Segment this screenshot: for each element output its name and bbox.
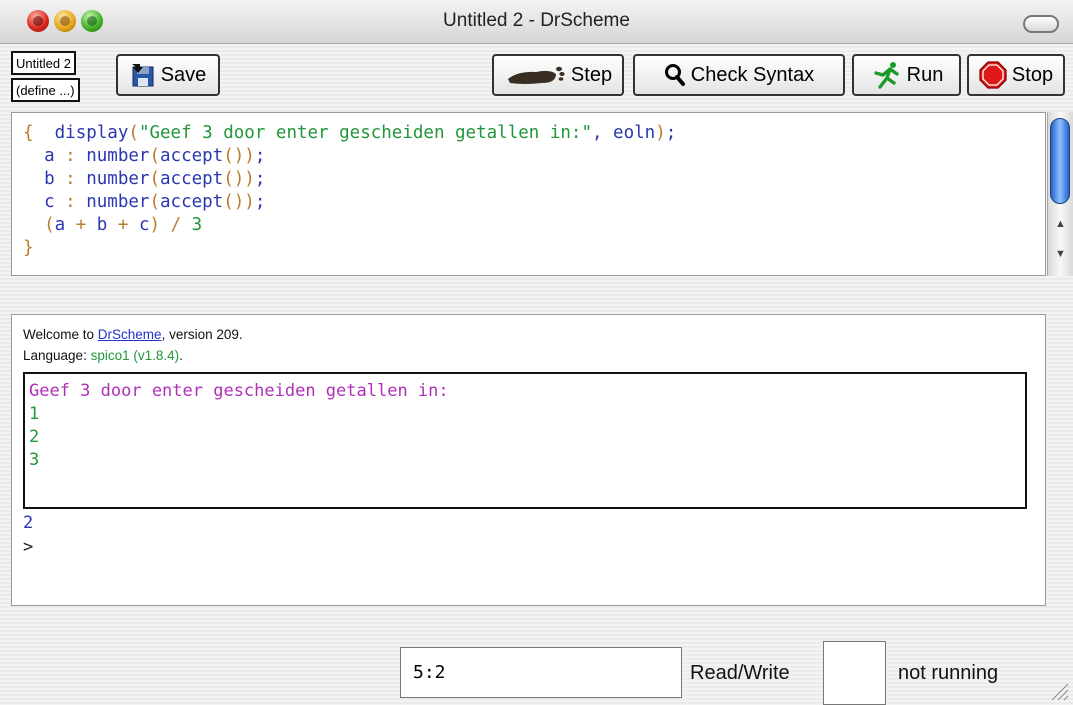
code-token: a xyxy=(54,215,66,235)
footprint-icon xyxy=(507,66,565,84)
io-input-line: 3 xyxy=(29,450,40,470)
code-line: b : number(accept()); xyxy=(23,168,1045,191)
code-token: "Geef 3 door enter gescheiden getallen i… xyxy=(138,123,592,143)
code-token: c xyxy=(138,215,150,235)
toolbar-toggle-button[interactable] xyxy=(1023,15,1059,33)
code-token: b xyxy=(44,169,55,189)
magnifier-icon xyxy=(664,64,685,86)
code-token: b xyxy=(96,215,108,235)
code-line: (a + b + c) / 3 xyxy=(23,214,1045,237)
code-token: display xyxy=(54,123,129,143)
scroll-up-arrow-icon[interactable]: ▲ xyxy=(1055,218,1066,230)
code-token: () xyxy=(223,192,245,212)
stop-sign-icon xyxy=(979,61,1007,89)
gc-indicator xyxy=(823,641,886,705)
result-value: 2 xyxy=(23,513,34,533)
code-token: ( xyxy=(128,123,139,143)
language-prefix: Language: xyxy=(23,348,91,363)
code-line: { display("Geef 3 door enter gescheiden … xyxy=(23,122,1045,145)
stop-button-label: Stop xyxy=(1011,63,1054,86)
check-syntax-button[interactable]: Check Syntax xyxy=(633,54,845,96)
stop-button[interactable]: Stop xyxy=(967,54,1065,96)
code-token: ( xyxy=(149,169,160,189)
save-icon xyxy=(131,64,154,87)
running-status: not running xyxy=(898,662,999,684)
io-box[interactable]: Geef 3 door enter gescheiden getallen in… xyxy=(23,372,1027,509)
file-name-button[interactable]: Untitled 2 xyxy=(11,51,76,75)
interactions-window[interactable]: Welcome to DrScheme, version 209. Langua… xyxy=(11,314,1046,606)
run-button-label: Run xyxy=(906,63,944,86)
repl-prompt[interactable]: > xyxy=(23,537,33,557)
code-token: ) xyxy=(244,169,255,189)
editor-scrollbar[interactable]: ▲ ▼ xyxy=(1047,112,1073,276)
read-write-status[interactable]: Read/Write xyxy=(690,662,790,685)
code-token: / xyxy=(160,215,192,235)
code-token: , eoln xyxy=(591,123,656,143)
io-prompt-text: Geef 3 door enter gescheiden getallen in… xyxy=(29,381,449,401)
code-token: accept xyxy=(160,192,224,212)
run-button[interactable]: Run xyxy=(852,54,961,96)
code-token: + xyxy=(65,215,97,235)
code-token: number xyxy=(86,192,150,212)
code-token: 3 xyxy=(191,215,203,235)
io-input-line: 2 xyxy=(29,427,40,447)
code-token: a xyxy=(44,146,55,166)
code-token: ) xyxy=(655,123,666,143)
code-token: () xyxy=(223,169,245,189)
code-token: c xyxy=(44,192,55,212)
step-button-label: Step xyxy=(570,63,613,86)
code-token: ) xyxy=(149,215,161,235)
cursor-position-field: 5:2 xyxy=(400,647,682,698)
io-input-line: 1 xyxy=(29,404,40,424)
welcome-prefix: Welcome to xyxy=(23,327,98,342)
code-token: ; xyxy=(254,192,266,212)
code-token: ) xyxy=(244,192,255,212)
language-value: spico1 (v1.8.4) xyxy=(90,348,180,363)
code-token: ; xyxy=(254,169,266,189)
code-line: c : number(accept()); xyxy=(23,191,1045,214)
code-token: () xyxy=(223,146,245,166)
title-bar: Untitled 2 - DrScheme xyxy=(0,0,1073,44)
code-token: accept xyxy=(160,146,224,166)
code-token: } xyxy=(23,238,34,258)
code-token: { xyxy=(23,123,34,143)
code-token: + xyxy=(107,215,139,235)
code-token: number xyxy=(86,146,150,166)
drscheme-link[interactable]: DrScheme xyxy=(98,327,162,342)
step-button[interactable]: Step xyxy=(492,54,624,96)
check-syntax-button-label: Check Syntax xyxy=(690,63,815,86)
code-token: : xyxy=(54,169,87,189)
scroll-down-arrow-icon[interactable]: ▼ xyxy=(1055,248,1066,260)
code-token: ( xyxy=(149,146,160,166)
language-message: Language: spico1 (v1.8.4). xyxy=(23,348,183,363)
code-token: ; xyxy=(254,146,266,166)
resize-grip-icon[interactable] xyxy=(1047,679,1069,701)
scroll-thumb[interactable] xyxy=(1050,118,1070,204)
language-suffix: . xyxy=(179,348,183,363)
code-token: ; xyxy=(665,123,677,143)
running-man-icon xyxy=(873,62,899,89)
definitions-editor[interactable]: { display("Geef 3 door enter gescheiden … xyxy=(11,112,1046,276)
welcome-message: Welcome to DrScheme, version 209. xyxy=(23,327,243,342)
window-title: Untitled 2 - DrScheme xyxy=(443,10,630,31)
code-token: accept xyxy=(160,169,224,189)
code-token: ( xyxy=(44,215,55,235)
code-token: number xyxy=(86,169,150,189)
save-button[interactable]: Save xyxy=(116,54,220,96)
code-line: } xyxy=(23,237,1045,260)
save-button-label: Save xyxy=(160,63,207,86)
welcome-suffix: , version 209. xyxy=(161,327,243,342)
code-line: a : number(accept()); xyxy=(23,145,1045,168)
code-token: : xyxy=(54,192,87,212)
code-token: ( xyxy=(149,192,160,212)
code-token: ) xyxy=(244,146,255,166)
define-menu-button[interactable]: (define ...) xyxy=(11,78,80,102)
code-token: : xyxy=(54,146,87,166)
